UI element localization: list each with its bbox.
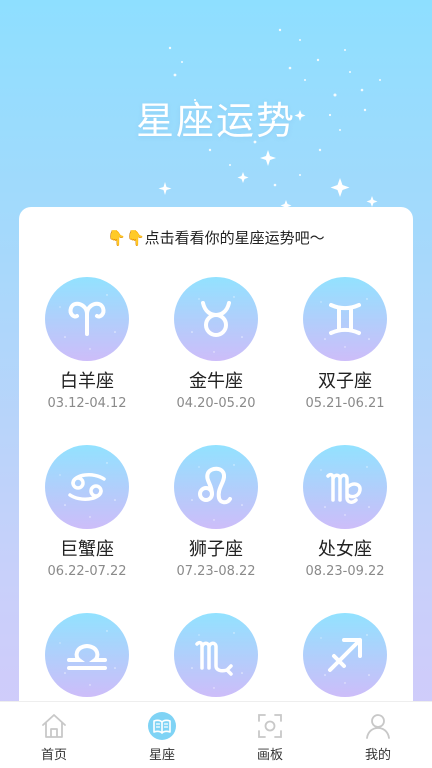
zodiac-dates: 07.23-08.22	[176, 564, 256, 579]
zodiac-dates: 06.22-07.22	[47, 564, 127, 579]
libra-icon	[67, 643, 107, 670]
zodiac-dates: 05.21-06.21	[305, 396, 385, 411]
zodiac-card: 👇👇点击看看你的星座运势吧～ 白羊座 03.12-04.12 金牛座 04.20…	[19, 207, 413, 727]
zodiac-item-leo[interactable]: 狮子座 07.23-08.22	[148, 445, 284, 580]
zodiac-dates: 04.20-05.20	[176, 396, 256, 411]
zodiac-name: 金牛座	[189, 371, 243, 392]
zodiac-item-scorpio[interactable]	[148, 613, 284, 707]
sagittarius-icon	[328, 638, 362, 672]
tab-drawing-board-label: 画板	[256, 748, 283, 763]
zodiac-item-libra[interactable]	[19, 613, 155, 707]
zodiac-name: 处女座	[318, 539, 372, 560]
page-title: 星座运势	[135, 99, 296, 143]
tab-home[interactable]: 首页	[0, 702, 108, 768]
home-icon	[42, 714, 66, 738]
user-icon	[366, 714, 390, 739]
scorpio-icon	[195, 640, 233, 676]
hint-text: 👇👇点击看看你的星座运势吧～	[107, 229, 325, 247]
tab-profile[interactable]: 我的	[324, 702, 432, 768]
zodiac-circle[interactable]	[174, 613, 258, 697]
zodiac-name: 巨蟹座	[60, 539, 114, 560]
tab-zodiac-label: 星座	[148, 748, 175, 763]
zodiac-item-gemini[interactable]: 双子座 05.21-06.21	[277, 277, 413, 412]
zodiac-dates: 03.12-04.12	[47, 396, 127, 411]
zodiac-circle[interactable]	[174, 277, 258, 361]
zodiac-item-virgo[interactable]: 处女座 08.23-09.22	[277, 445, 413, 580]
zodiac-dates: 08.23-09.22	[305, 564, 385, 579]
cancer-icon	[68, 473, 106, 501]
zodiac-item-sagittarius[interactable]	[277, 613, 413, 707]
zodiac-name: 白羊座	[60, 371, 114, 392]
tab-drawing-board[interactable]: 画板	[216, 702, 324, 768]
zodiac-circle[interactable]	[303, 445, 387, 529]
tab-zodiac[interactable]: 星座	[108, 702, 216, 768]
zodiac-item-cancer[interactable]: 巨蟹座 06.22-07.22	[19, 445, 155, 580]
bottom-tab-bar: 首页 星座 画板 我的	[0, 701, 432, 768]
gemini-icon	[329, 303, 361, 335]
tab-profile-label: 我的	[364, 748, 391, 763]
zodiac-item-taurus[interactable]: 金牛座 04.20-05.20	[148, 277, 284, 412]
virgo-icon	[326, 472, 362, 504]
zodiac-circle[interactable]	[303, 277, 387, 361]
zodiac-name: 狮子座	[189, 539, 243, 560]
zodiac-circle[interactable]	[45, 613, 129, 697]
zodiac-circle[interactable]	[174, 445, 258, 529]
leo-icon	[198, 466, 232, 505]
zodiac-item-aries[interactable]: 白羊座 03.12-04.12	[19, 277, 155, 412]
tab-home-label: 首页	[40, 748, 67, 763]
zodiac-circle[interactable]	[45, 277, 129, 361]
book-icon	[148, 712, 176, 740]
zodiac-circle[interactable]	[45, 445, 129, 529]
scan-frame-icon	[258, 714, 282, 738]
zodiac-circle[interactable]	[303, 613, 387, 697]
zodiac-name: 双子座	[318, 371, 372, 392]
taurus-icon	[201, 301, 231, 337]
aries-icon	[68, 301, 106, 336]
